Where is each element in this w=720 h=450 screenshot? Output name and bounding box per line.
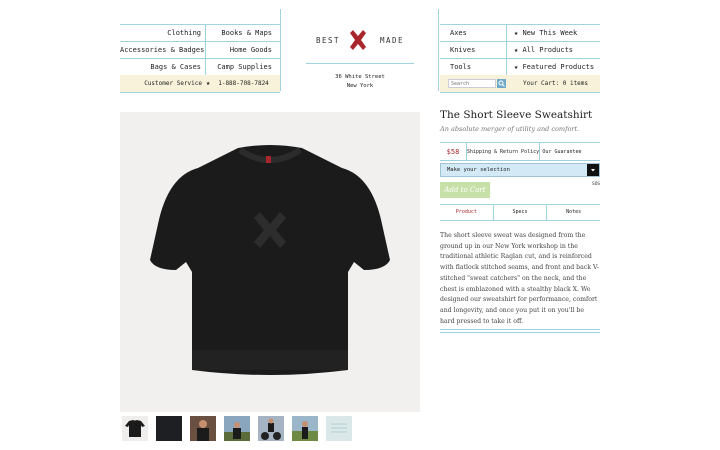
nav-link-clothing[interactable]: Clothing xyxy=(120,25,206,41)
logo-word-best: BEST xyxy=(316,36,341,45)
cart-summary[interactable]: Your Cart: 0 items xyxy=(507,75,588,92)
nav-right-row-1: Axes ★ New This Week xyxy=(440,25,600,42)
address-line-2: New York xyxy=(346,83,374,89)
nav-link-featured-products[interactable]: ★ Featured Products xyxy=(507,59,600,75)
customer-service-bar: Customer Service ★ 1-888-708-7824 xyxy=(120,75,280,92)
nav-link-new-this-week[interactable]: ★ New This Week xyxy=(507,25,600,41)
thumbnail-pattern-swatch[interactable] xyxy=(326,416,352,441)
thumbnail-model-outdoor[interactable] xyxy=(224,416,250,441)
nav-link-accessories-badges[interactable]: Accessories & Badges xyxy=(120,42,206,58)
logo-word-made: MADE xyxy=(380,36,405,45)
nav-link-axes[interactable]: Axes xyxy=(440,25,507,41)
thumbnail-tshirt-flat[interactable] xyxy=(122,416,148,441)
search-box xyxy=(440,79,507,88)
site-logo[interactable]: BEST MADE xyxy=(310,30,414,50)
nav-link-all-products-label: All Products xyxy=(522,46,574,54)
customer-service-label[interactable]: Customer Service xyxy=(120,75,206,92)
logo-x-icon xyxy=(350,30,366,50)
variant-select-value: Make your selection xyxy=(447,167,510,173)
price-row: $58 Shipping & Return Policy Our Guarant… xyxy=(440,142,600,161)
sweatshirt-illustration xyxy=(150,145,390,375)
nav-left-row-3: Bags & Cases Camp Supplies xyxy=(120,59,280,75)
thumbnail-model-front[interactable] xyxy=(190,416,216,441)
description-rule-bottom xyxy=(440,332,600,333)
product-tabs: Product Specs Notes xyxy=(440,204,600,221)
nav-link-all-products[interactable]: ★ All Products xyxy=(507,42,600,58)
nav-link-camp-supplies[interactable]: Camp Supplies xyxy=(206,59,280,75)
nav-right-divider xyxy=(438,9,439,91)
product-subtitle: An absolute merger of utility and comfor… xyxy=(440,125,580,133)
nav-right-row-2: Knives ★ All Products xyxy=(440,42,600,59)
thumbnail-model-field[interactable] xyxy=(292,416,318,441)
address-line-1: 36 White Street xyxy=(335,74,385,80)
description-rule-top xyxy=(440,329,600,330)
thumbnail-tshirt-dark[interactable] xyxy=(156,416,182,441)
nav-link-featured-products-label: Featured Products xyxy=(522,63,595,71)
search-cart-bar: Your Cart: 0 items xyxy=(440,75,600,92)
product-sku: SOS xyxy=(592,182,601,187)
product-hero-image[interactable] xyxy=(120,112,420,412)
search-icon[interactable] xyxy=(497,79,506,88)
store-address: 36 White Street New York xyxy=(306,73,414,91)
star-icon: ★ xyxy=(206,79,211,87)
nav-link-new-this-week-label: New This Week xyxy=(522,29,578,37)
nav-link-bags-cases[interactable]: Bags & Cases xyxy=(120,59,206,75)
search-input[interactable] xyxy=(448,79,496,88)
phone-number: 1-888-708-7824 xyxy=(218,80,269,87)
nav-right-row-3: Tools ★ Featured Products xyxy=(440,59,600,75)
tab-notes[interactable]: Notes xyxy=(547,205,600,220)
nav-left-row-2: Accessories & Badges Home Goods xyxy=(120,42,280,59)
nav-link-knives[interactable]: Knives xyxy=(440,42,507,58)
nav-left: Clothing Books & Maps Accessories & Badg… xyxy=(120,24,280,93)
product-title: The Short Sleeve Sweatshirt xyxy=(440,109,593,121)
chevron-down-icon xyxy=(587,164,599,176)
tab-product[interactable]: Product xyxy=(440,205,494,220)
logo-rule xyxy=(306,63,414,64)
nav-left-bottom-rule xyxy=(120,92,280,93)
nav-link-home-goods[interactable]: Home Goods xyxy=(206,42,280,58)
tab-specs[interactable]: Specs xyxy=(494,205,548,220)
nav-link-books-maps[interactable]: Books & Maps xyxy=(206,25,280,41)
our-guarantee-link[interactable]: Our Guarantee xyxy=(540,143,584,160)
product-price: $58 xyxy=(440,143,467,160)
nav-left-divider xyxy=(280,9,281,91)
add-to-cart-button[interactable]: Add to Cart xyxy=(440,182,490,198)
product-description: The short sleeve sweat was designed from… xyxy=(440,232,600,325)
variant-select[interactable]: Make your selection xyxy=(440,163,600,177)
nav-right-bottom-rule xyxy=(440,92,600,93)
nav-right: Axes ★ New This Week Knives ★ All Produc… xyxy=(440,24,600,93)
nav-left-row-1: Clothing Books & Maps xyxy=(120,25,280,42)
shipping-return-link[interactable]: Shipping & Return Policy xyxy=(467,143,540,160)
thumbnail-model-motorcycle[interactable] xyxy=(258,416,284,441)
nav-link-tools[interactable]: Tools xyxy=(440,59,507,75)
